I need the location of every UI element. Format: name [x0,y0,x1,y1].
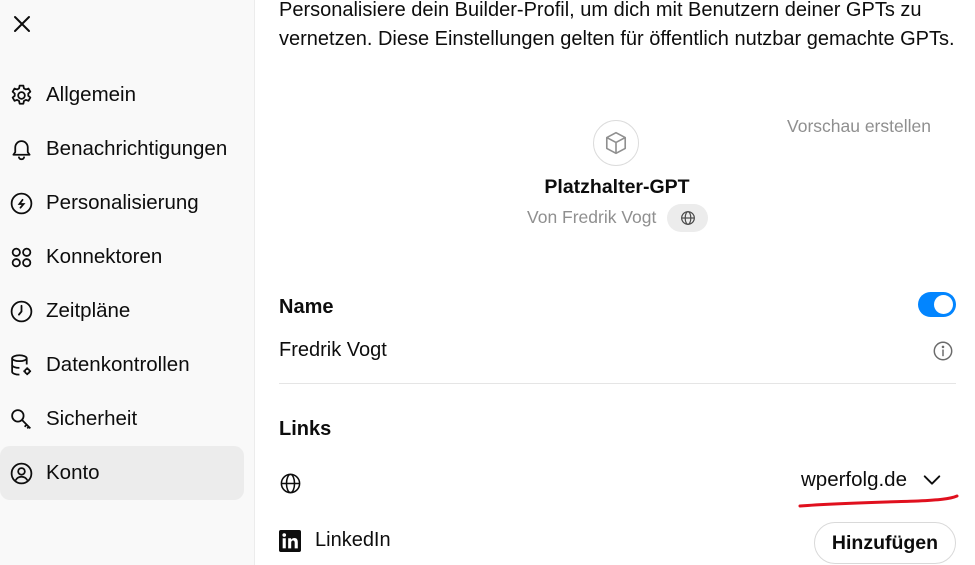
sidebar-item-label: Datenkontrollen [46,353,190,376]
sidebar-item-datenkontrollen[interactable]: Datenkontrollen [0,338,244,392]
sidebar-item-label: Personalisierung [46,191,199,214]
red-annotation-underline [798,494,959,508]
info-icon[interactable] [932,340,954,362]
website-domain-select[interactable]: wperfolg.de [801,468,943,492]
sidebar-item-personalisierung[interactable]: Personalisierung [0,176,244,230]
gpt-preview-title: Platzhalter-GPT [544,176,690,198]
add-linkedin-button[interactable]: Hinzufügen [814,522,956,564]
gear-icon [11,84,32,105]
clock-icon [10,300,33,323]
sidebar-item-konto[interactable]: Konto [0,446,244,500]
sidebar-item-konnektoren[interactable]: Konnektoren [0,230,244,284]
profile-name-value: Fredrik Vogt [279,339,387,361]
sidebar-item-label: Allgemein [46,83,137,106]
globe-icon [280,473,301,494]
globe-icon [680,211,695,225]
name-section-heading: Name [279,296,334,318]
section-divider [279,383,956,384]
bell-icon [12,140,31,161]
account-settings-panel: Personalisiere dein Builder-Profil, um d… [255,0,975,565]
settings-sidebar: Allgemein Benachrichtigungen Personalisi… [0,0,255,565]
linkedin-label: LinkedIn [315,529,391,551]
sidebar-item-label: Benachrichtigungen [46,137,228,160]
gpt-preview-author: Von Fredrik Vogt [527,207,657,227]
key-icon [11,409,31,429]
sidebar-item-benachrichtigungen[interactable]: Benachrichtigungen [0,122,244,176]
sidebar-item-zeitplaene[interactable]: Zeitpläne [0,284,244,338]
gpt-avatar [593,120,639,166]
linkedin-icon [279,530,301,552]
connectors-icon [11,247,32,268]
name-visibility-toggle[interactable] [918,292,956,317]
builder-profile-description: Personalisiere dein Builder-Profil, um d… [279,0,955,50]
toggle-knob [934,295,953,314]
sidebar-item-label: Zeitpläne [46,299,131,322]
close-button[interactable] [8,10,36,38]
selected-domain: wperfolg.de [801,468,907,491]
database-gear-icon [11,354,32,376]
sidebar-item-allgemein[interactable]: Allgemein [0,68,244,122]
sidebar-item-label: Konto [46,461,100,484]
sidebar-item-label: Sicherheit [46,407,138,430]
cube-icon [605,131,627,155]
links-section-heading: Links [279,418,332,440]
visibility-badge [667,204,708,232]
sidebar-item-label: Konnektoren [46,245,163,268]
user-circle-icon [10,462,33,485]
personalization-icon [10,192,33,215]
close-icon [14,16,30,32]
sidebar-item-sicherheit[interactable]: Sicherheit [0,392,244,446]
create-preview-link[interactable]: Vorschau erstellen [787,116,931,137]
chevron-down-icon [923,475,941,485]
